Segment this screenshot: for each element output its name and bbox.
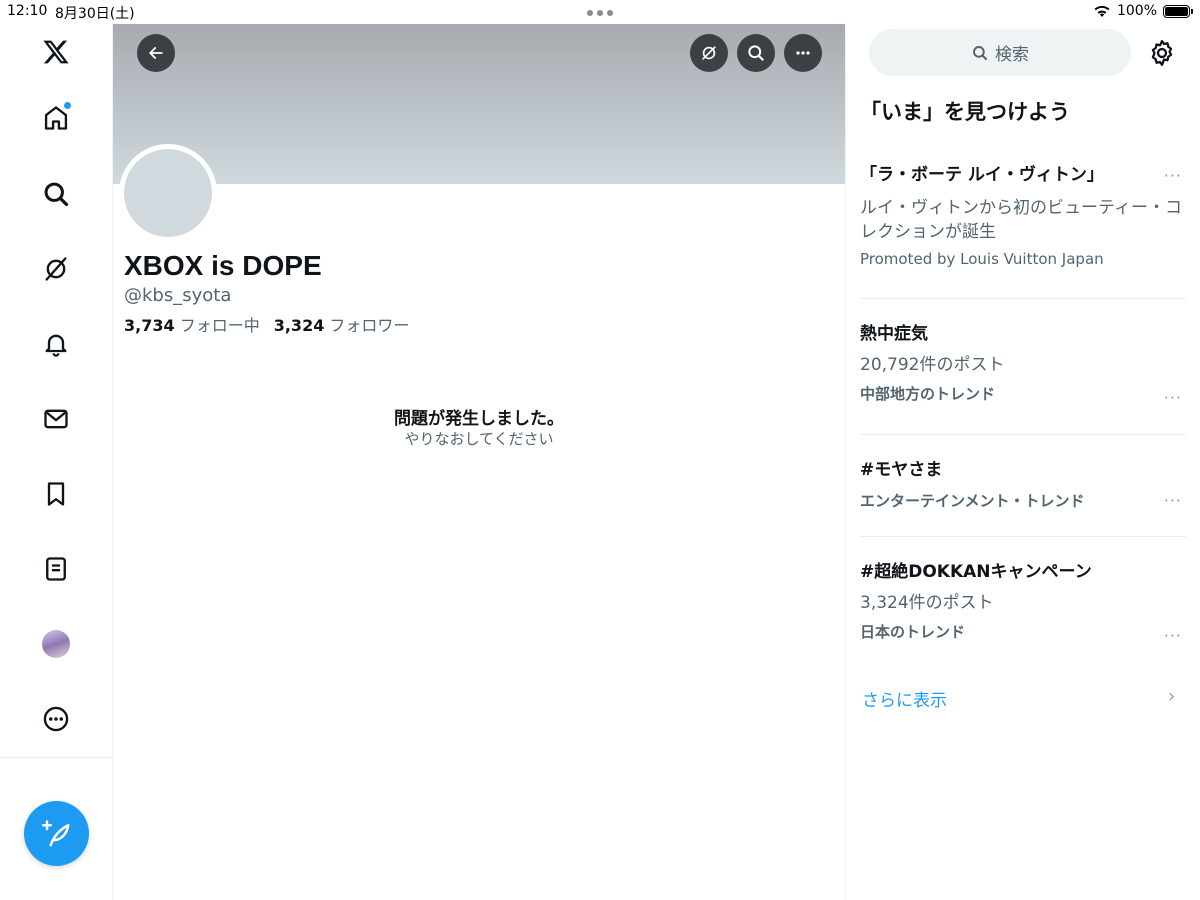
search-icon xyxy=(748,45,764,61)
grok-icon xyxy=(702,46,716,60)
trend-more-icon[interactable]: ··· xyxy=(1164,388,1182,407)
gear-icon[interactable] xyxy=(1147,38,1177,68)
compose-post-button[interactable] xyxy=(24,801,89,866)
more-button[interactable] xyxy=(784,34,822,72)
divider xyxy=(860,536,1186,537)
trend-description: ルイ・ヴィトンから初のビューティー・コレクションが誕生 xyxy=(860,198,1182,242)
home-icon[interactable] xyxy=(32,94,80,142)
followers-label: フォロワー xyxy=(329,316,410,335)
search-profile-button[interactable] xyxy=(737,34,775,72)
divider xyxy=(860,434,1186,435)
mail-icon[interactable] xyxy=(32,395,80,443)
error-title: 問題が発生しました。 xyxy=(394,409,564,429)
explore-title: 「いま」を見つけよう xyxy=(860,100,1070,124)
divider xyxy=(860,298,1186,299)
profile-main: XBOX is DOPE @kbs_syota 3,734 フォロー中 3,32… xyxy=(113,24,846,900)
following-label: フォロー中 xyxy=(179,316,260,335)
trend-more-icon[interactable]: ··· xyxy=(1164,626,1182,645)
trend-description: 3,324件のポスト xyxy=(860,593,994,613)
status-bar: 12:10 8月30日(土) 100% xyxy=(0,0,1200,24)
battery-icon xyxy=(1163,4,1193,18)
back-button[interactable] xyxy=(137,34,175,72)
trend-title: 熱中症気 xyxy=(860,324,928,344)
trend-meta: エンターテインメント・トレンド xyxy=(860,492,1085,510)
trend-item[interactable]: #モヤさま エンターテインメント・トレンド ··· xyxy=(860,459,1186,511)
x-logo-icon[interactable] xyxy=(32,28,80,76)
trend-more-icon[interactable]: ··· xyxy=(1164,166,1182,185)
explore-sidebar: 検索 「いま」を見つけよう 「ラ・ボーテ ルイ・ヴィトン」 ··· ルイ・ヴィト… xyxy=(846,24,1200,900)
arrow-left-icon xyxy=(149,47,163,59)
divider xyxy=(0,757,112,758)
trend-description: 20,792件のポスト xyxy=(860,355,1005,375)
notification-dot xyxy=(64,102,71,109)
wifi-icon xyxy=(1094,5,1110,17)
more-options-icon[interactable] xyxy=(32,695,80,743)
grok-button[interactable] xyxy=(690,34,728,72)
trend-title: 「ラ・ボーテ ルイ・ヴィトン」 xyxy=(860,165,1104,185)
trend-meta: 中部地方のトレンド xyxy=(860,385,996,403)
chevron-right-icon: › xyxy=(1168,686,1176,707)
followers-count: 3,324 xyxy=(273,316,325,335)
search-placeholder: 検索 xyxy=(995,45,1029,65)
trend-meta: Promoted by Louis Vuitton Japan xyxy=(860,250,1104,268)
battery-percent: 100% xyxy=(1116,3,1157,19)
profile-avatar-large[interactable] xyxy=(119,144,217,242)
trend-title: #超絶DOKKANキャンペーン xyxy=(860,562,1092,582)
bookmark-icon[interactable] xyxy=(32,470,80,518)
search-input[interactable]: 検索 xyxy=(869,29,1131,76)
status-time: 12:10 xyxy=(7,3,48,19)
trend-meta: 日本のトレンド xyxy=(860,623,966,641)
show-more-link[interactable]: さらに表示 xyxy=(862,686,947,711)
ellipsis-icon xyxy=(796,51,810,55)
display-name: XBOX is DOPE xyxy=(124,250,322,281)
follow-stats: 3,734 フォロー中 3,324 フォロワー xyxy=(124,312,409,336)
profile-banner xyxy=(113,24,845,184)
sidebar-nav xyxy=(0,24,113,900)
trend-item[interactable]: 熱中症気 20,792件のポスト 中部地方のトレンド ··· xyxy=(860,323,1186,407)
trend-more-icon[interactable]: ··· xyxy=(1164,491,1182,510)
feather-plus-icon xyxy=(41,819,69,846)
multitask-dots-icon[interactable] xyxy=(587,10,613,16)
trend-title: #モヤさま xyxy=(860,460,943,480)
followers-link[interactable]: 3,324 フォロワー xyxy=(274,312,410,336)
following-link[interactable]: 3,734 フォロー中 xyxy=(124,312,260,336)
search-icon[interactable] xyxy=(32,170,80,218)
lists-icon[interactable] xyxy=(32,545,80,593)
bell-icon[interactable] xyxy=(32,320,80,368)
status-date: 8月30日(土) xyxy=(55,6,135,22)
grok-icon[interactable] xyxy=(32,245,80,293)
trend-item[interactable]: #超絶DOKKANキャンペーン 3,324件のポスト 日本のトレンド ··· xyxy=(860,561,1186,645)
search-icon xyxy=(973,45,988,60)
error-subtitle: やりなおしてください xyxy=(404,430,554,448)
user-handle: @kbs_syota xyxy=(124,285,232,306)
following-count: 3,734 xyxy=(124,316,175,335)
trend-item[interactable]: 「ラ・ボーテ ルイ・ヴィトン」 ··· ルイ・ヴィトンから初のビューティー・コレ… xyxy=(860,164,1186,268)
profile-avatar[interactable] xyxy=(32,620,80,668)
